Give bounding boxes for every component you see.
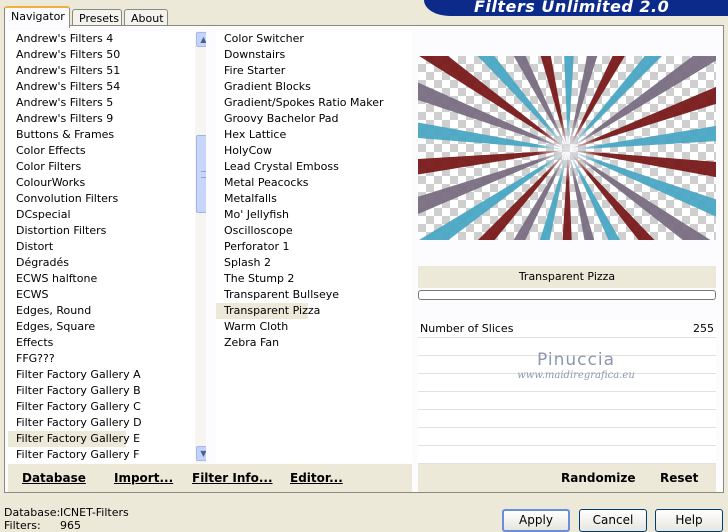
param-row-number-of-slices[interactable]: Number of Slices 255 bbox=[418, 320, 716, 338]
status-database: Database:ICNET-Filters bbox=[4, 506, 129, 519]
filter-item[interactable]: Zebra Fan bbox=[216, 335, 412, 351]
category-item[interactable]: Filter Factory Gallery B bbox=[8, 383, 188, 399]
chevron-up-icon: ▲ bbox=[200, 35, 206, 44]
filter-item[interactable]: Gradient/Spokes Ratio Maker bbox=[216, 95, 412, 111]
filter-item[interactable]: Warm Cloth bbox=[216, 319, 412, 335]
app-title-banner: Filters Unlimited 2.0 bbox=[424, 0, 728, 16]
cancel-button[interactable]: Cancel bbox=[579, 509, 647, 532]
category-item[interactable]: FFG??? bbox=[8, 351, 188, 367]
status-area: Database:ICNET-Filters Filters: 965 bbox=[4, 506, 129, 532]
filter-item[interactable]: Metalfalls bbox=[216, 191, 412, 207]
apply-button[interactable]: Apply bbox=[502, 509, 570, 532]
category-item[interactable]: Andrew's Filters 50 bbox=[8, 47, 188, 63]
category-item[interactable]: Color Filters bbox=[8, 159, 188, 175]
category-item[interactable]: Filter Factory Gallery D bbox=[8, 415, 188, 431]
filter-item[interactable]: Oscilloscope bbox=[216, 223, 412, 239]
category-item[interactable]: Distortion Filters bbox=[8, 223, 188, 239]
category-item[interactable]: Distort bbox=[8, 239, 188, 255]
filter-item[interactable]: The Stump 2 bbox=[216, 271, 412, 287]
category-item[interactable]: Convolution Filters bbox=[8, 191, 188, 207]
filter-item[interactable]: Transparent Bullseye bbox=[216, 287, 412, 303]
import-button[interactable]: Import... bbox=[114, 471, 173, 485]
category-item[interactable]: Andrew's Filters 5 bbox=[8, 95, 188, 111]
database-value: ICNET-Filters bbox=[60, 506, 129, 519]
database-button[interactable]: Database bbox=[22, 471, 86, 485]
chevron-down-icon: ▼ bbox=[200, 449, 206, 458]
filter-item[interactable]: Groovy Bachelor Pad bbox=[216, 111, 412, 127]
filter-items: Color Switcher Downstairs Fire Starter Grad… bbox=[216, 31, 412, 351]
param-row-empty bbox=[418, 410, 716, 428]
filter-info-button[interactable]: Filter Info... bbox=[192, 471, 273, 485]
param-row-empty bbox=[418, 392, 716, 410]
category-item[interactable]: Buttons & Frames bbox=[8, 127, 188, 143]
filter-item[interactable]: Gradient Blocks bbox=[216, 79, 412, 95]
randomize-button[interactable]: Randomize bbox=[561, 471, 635, 485]
category-item[interactable]: Andrew's Filters 4 bbox=[8, 31, 188, 47]
category-item[interactable]: Edges, Square bbox=[8, 319, 188, 335]
selected-filter-name: Transparent Pizza bbox=[418, 266, 716, 288]
category-item[interactable]: ECWS bbox=[8, 287, 188, 303]
category-item[interactable]: Andrew's Filters 9 bbox=[8, 111, 188, 127]
param-row-empty bbox=[418, 428, 716, 446]
filter-item[interactable]: Hex Lattice bbox=[216, 127, 412, 143]
filter-item[interactable]: Metal Peacocks bbox=[216, 175, 412, 191]
preview-image bbox=[418, 56, 716, 240]
category-item[interactable]: Filter Factory Gallery E bbox=[8, 431, 140, 447]
help-button[interactable]: Help bbox=[655, 509, 723, 532]
parameter-toolbar: Randomize Reset bbox=[418, 464, 716, 492]
category-item[interactable]: Effects bbox=[8, 335, 188, 351]
category-item[interactable]: Filter Factory Gallery C bbox=[8, 399, 188, 415]
scroll-thumb[interactable] bbox=[196, 135, 206, 213]
filter-item[interactable]: Fire Starter bbox=[216, 63, 412, 79]
param-value: 255 bbox=[693, 322, 714, 335]
navigator-toolbar: Database Import... Filter Info... Editor… bbox=[8, 464, 412, 492]
status-filters: Filters: 965 bbox=[4, 519, 129, 532]
grip-icon bbox=[201, 171, 206, 178]
filter-item[interactable]: Downstairs bbox=[216, 47, 412, 63]
filter-item[interactable]: HolyCow bbox=[216, 143, 412, 159]
category-items: Andrew's Filters 4 Andrew's Filters 50 And… bbox=[8, 31, 206, 463]
filter-item[interactable]: Color Switcher bbox=[216, 31, 412, 47]
filter-item[interactable]: Mo' Jellyfish bbox=[216, 207, 412, 223]
parameter-list: Number of Slices 255 bbox=[418, 320, 716, 464]
category-item[interactable]: Andrew's Filters 54 bbox=[8, 79, 188, 95]
category-item[interactable]: DCspecial bbox=[8, 207, 188, 223]
category-item[interactable]: Filter Factory Gallery A bbox=[8, 367, 188, 383]
reset-button[interactable]: Reset bbox=[660, 471, 698, 485]
category-item[interactable]: Filter Factory Gallery F bbox=[8, 447, 188, 463]
tab-navigator[interactable]: Navigator bbox=[4, 6, 70, 28]
param-row-empty bbox=[418, 338, 716, 356]
category-item[interactable]: Color Effects bbox=[8, 143, 188, 159]
filter-item[interactable]: Splash 2 bbox=[216, 255, 412, 271]
category-item[interactable]: Edges, Round bbox=[8, 303, 188, 319]
scroll-down-button[interactable]: ▼ bbox=[196, 446, 206, 461]
database-label: Database: bbox=[4, 506, 61, 519]
param-name: Number of Slices bbox=[420, 322, 514, 335]
category-item[interactable]: ColourWorks bbox=[8, 175, 188, 191]
category-item[interactable]: ECWS halftone bbox=[8, 271, 188, 287]
filters-count: 965 bbox=[60, 519, 81, 532]
category-item[interactable]: Dégradés bbox=[8, 255, 188, 271]
param-row-empty bbox=[418, 446, 716, 464]
editor-button[interactable]: Editor... bbox=[290, 471, 343, 485]
category-list[interactable]: Andrew's Filters 4 Andrew's Filters 50 And… bbox=[8, 31, 206, 463]
filter-item[interactable]: Transparent Pizza bbox=[216, 303, 320, 319]
category-scrollbar[interactable]: ▲ ▼ bbox=[195, 31, 206, 463]
scroll-up-button[interactable]: ▲ bbox=[196, 32, 206, 47]
filters-label: Filters: bbox=[4, 519, 41, 532]
filter-item[interactable]: Lead Crystal Emboss bbox=[216, 159, 412, 175]
param-row-empty bbox=[418, 356, 716, 374]
pizza-slice bbox=[539, 150, 568, 240]
param-row-empty bbox=[418, 374, 716, 392]
category-item[interactable]: Andrew's Filters 51 bbox=[8, 63, 188, 79]
filter-preview bbox=[418, 56, 716, 240]
filter-item[interactable]: Perforator 1 bbox=[216, 239, 412, 255]
progress-bar bbox=[418, 290, 716, 300]
filter-list[interactable]: Color Switcher Downstairs Fire Starter Grad… bbox=[216, 31, 412, 463]
app-title: Filters Unlimited 2.0 bbox=[474, 0, 670, 16]
